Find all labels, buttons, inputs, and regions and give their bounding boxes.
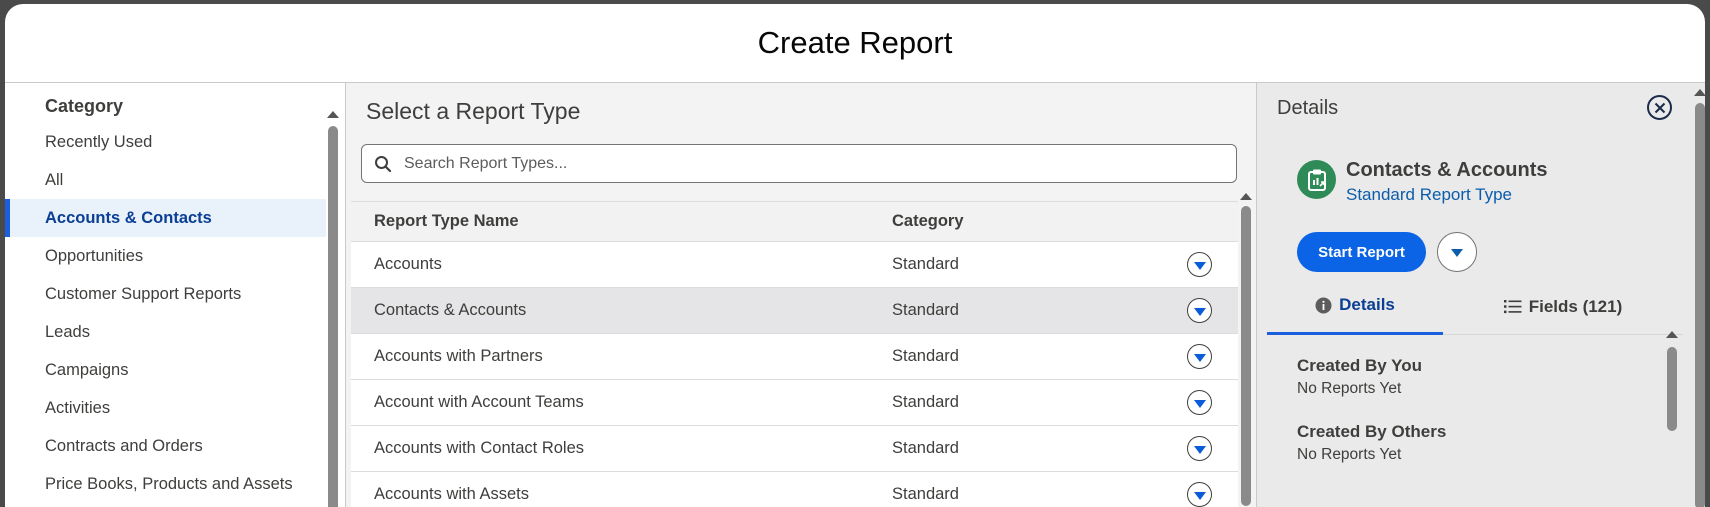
sidebar-item-activities[interactable]: Activities [5,389,326,427]
start-report-button[interactable]: Start Report [1297,232,1426,272]
category-list: Recently Used All Accounts & Contacts Op… [5,123,326,503]
scroll-up-arrow-icon[interactable] [327,111,339,118]
row-actions-dropdown-icon[interactable] [1187,344,1212,369]
report-type-search[interactable] [361,144,1237,183]
column-header-category[interactable]: Category [892,212,1187,231]
sidebar-item-campaigns[interactable]: Campaigns [5,351,326,389]
table-row[interactable]: Accounts with Contact Roles Standard [351,426,1238,472]
report-type-name: Accounts [374,255,442,273]
search-input[interactable] [404,154,1236,173]
details-panel-scrollbar[interactable] [1694,89,1705,507]
table-row[interactable]: Account with Account Teams Standard [351,380,1238,426]
details-panel-scroll-thumb[interactable] [1695,103,1705,507]
details-panel-title: Details [1277,97,1339,119]
sidebar-item-price-books[interactable]: Price Books, Products and Assets [5,465,326,503]
list-icon [1503,299,1522,314]
start-report-options-dropdown[interactable] [1437,232,1477,272]
report-type-name: Account with Account Teams [374,393,584,411]
search-icon [362,155,404,173]
sidebar-item-leads[interactable]: Leads [5,313,326,351]
selected-report-type-name: Contacts & Accounts [1346,159,1548,181]
report-type-category: Standard [892,255,959,273]
sidebar-item-all[interactable]: All [5,161,326,199]
report-type-name: Accounts with Contact Roles [374,439,585,457]
report-type-name: Accounts with Assets [374,485,529,503]
table-row[interactable]: Contacts & Accounts Standard [351,288,1238,334]
info-icon [1315,297,1332,314]
report-type-kind-link[interactable]: Standard Report Type [1346,185,1512,205]
tab-fields[interactable]: Fields (121) [1443,278,1683,335]
table-row[interactable]: Accounts with Partners Standard [351,334,1238,380]
category-sidebar: Category Recently Used All Accounts & Co… [5,83,346,507]
chevron-down-icon [1451,249,1463,257]
tab-details-label: Details [1339,295,1395,314]
report-type-category: Standard [892,301,959,319]
details-sections: Created By You No Reports Yet Created By… [1297,339,1446,464]
modal-title: Create Report [757,25,953,60]
row-actions-dropdown-icon[interactable] [1187,298,1212,323]
row-actions-dropdown-icon[interactable] [1187,252,1212,277]
sidebar-item-accounts-contacts[interactable]: Accounts & Contacts [5,199,326,237]
report-type-panel-title: Select a Report Type [366,98,581,124]
details-sections-scroll-thumb[interactable] [1667,347,1677,431]
report-type-category: Standard [892,485,959,503]
row-actions-dropdown-icon[interactable] [1187,436,1212,461]
report-table-scrollbar[interactable] [1240,193,1252,507]
modal-body: Category Recently Used All Accounts & Co… [5,83,1705,507]
scroll-up-arrow-icon[interactable] [1666,331,1678,338]
details-panel: Details Contacts & Accounts Standard Rep… [1257,83,1705,507]
report-type-name: Accounts with Partners [374,347,543,365]
table-header: Report Type Name Category [351,201,1238,242]
report-type-category: Standard [892,347,959,365]
table-row[interactable]: Accounts Standard [351,242,1238,288]
create-report-modal: Create Report Category Recently Used All… [5,4,1705,507]
report-clipboard-icon [1297,160,1336,199]
tab-details[interactable]: Details [1267,278,1443,335]
sidebar-item-recently-used[interactable]: Recently Used [5,123,326,161]
report-type-category: Standard [892,393,959,411]
created-by-others-heading: Created By Others [1297,422,1447,441]
details-sections-scrollbar[interactable] [1666,331,1678,507]
created-by-you-heading: Created By You [1297,356,1423,375]
row-actions-dropdown-icon[interactable] [1187,390,1212,415]
table-row[interactable]: Accounts with Assets Standard [351,472,1238,507]
sidebar-item-opportunities[interactable]: Opportunities [5,237,326,275]
scroll-up-arrow-icon[interactable] [1694,89,1705,96]
report-type-name: Contacts & Accounts [374,301,527,319]
close-icon[interactable] [1647,95,1672,120]
column-header-name[interactable]: Report Type Name [351,212,892,231]
report-table-scroll-thumb[interactable] [1241,206,1251,506]
sidebar-item-contracts-orders[interactable]: Contracts and Orders [5,427,326,465]
sidebar-item-customer-support-reports[interactable]: Customer Support Reports [5,275,326,313]
modal-header: Create Report [5,4,1705,83]
details-tabs: Details Fields (121) [1267,278,1683,335]
row-actions-dropdown-icon[interactable] [1187,482,1212,507]
report-type-category: Standard [892,439,959,457]
created-by-you-value: No Reports Yet [1297,380,1402,397]
tab-fields-label: Fields (121) [1528,296,1623,316]
report-type-panel: Select a Report Type Report Type Name Ca… [346,83,1257,507]
scroll-up-arrow-icon[interactable] [1240,193,1252,200]
created-by-others-value: No Reports Yet [1297,446,1402,463]
sidebar-scroll-thumb[interactable] [328,126,338,507]
sidebar-scrollbar[interactable] [327,111,339,507]
report-type-table: Report Type Name Category Accounts Stand… [351,201,1238,507]
category-heading: Category [45,96,124,116]
